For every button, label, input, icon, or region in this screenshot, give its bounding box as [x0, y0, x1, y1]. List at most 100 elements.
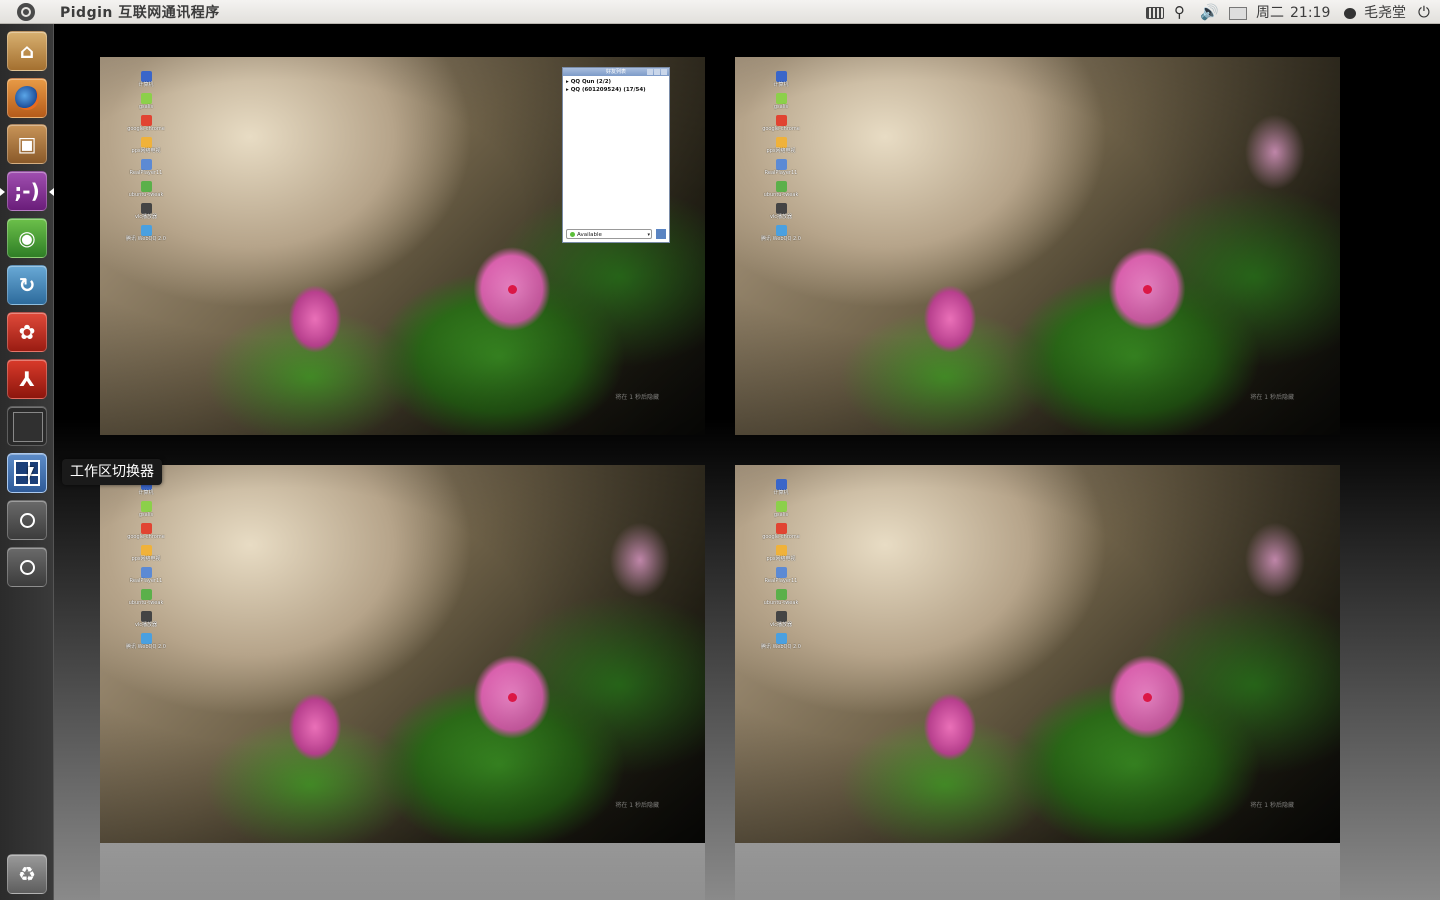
desktop-icon[interactable]: 腾讯 WebQQ 2.0 — [761, 633, 801, 650]
app-icon — [775, 523, 787, 534]
app-icon — [775, 225, 787, 236]
minimize-button[interactable] — [647, 69, 653, 75]
volume-icon[interactable]: 🔊 — [1200, 3, 1220, 21]
desktop-icon[interactable]: RealPlayer11 — [126, 159, 166, 176]
desktop-icon-label: google-chrome — [127, 126, 165, 132]
chat-status-icon[interactable] — [1343, 3, 1357, 21]
launcher-red-app[interactable]: ✿ — [7, 312, 47, 352]
app-icon — [140, 501, 152, 512]
status-selector[interactable]: Available ▾ — [566, 229, 652, 239]
launcher: ⌂ ▣ ;-) ◉ ↻ ✿ ⅄ ♻ — [0, 24, 54, 900]
app-title[interactable]: Pidgin 互联网通讯程序 — [60, 2, 220, 22]
desktop-icon[interactable]: ubuntu-tweak — [126, 181, 166, 198]
workspace-2[interactable]: 计算机 gsalis google-chrome pps网络电视 RealPlayer1… — [735, 57, 1340, 435]
close-button[interactable] — [661, 69, 667, 75]
workspace-4[interactable]: 计算机 gsalis google-chrome pps网络电视 RealPlayer1… — [735, 465, 1340, 843]
app-icon — [140, 159, 152, 170]
workspace-3[interactable]: 计算机 gsalis google-chrome pps网络电视 RealPlayer1… — [100, 465, 705, 843]
app-icon — [775, 115, 787, 126]
launcher-terminal[interactable] — [7, 406, 47, 446]
desktop-icon[interactable]: ubuntu-tweak — [761, 589, 801, 606]
desktop-icon[interactable]: pps网络电视 — [761, 137, 801, 154]
app-icon — [140, 611, 152, 622]
desktop-icon-label: vlc播放器 — [134, 214, 158, 220]
power-icon[interactable]: ⏻ — [1418, 3, 1434, 21]
desktop-icon-label: ubuntu-tweak — [763, 600, 799, 606]
desktop-icon[interactable]: pps网络电视 — [761, 545, 801, 562]
desktop-icon[interactable]: google-chrome — [761, 523, 801, 540]
launcher-zoom-in[interactable] — [7, 500, 47, 540]
desktop-icon-label: gsalis — [138, 512, 154, 518]
desktop-icon[interactable]: 腾讯 WebQQ 2.0 — [126, 633, 166, 650]
desktop-icon-label: ubuntu-tweak — [128, 192, 164, 198]
pidgin-icon: ;-) — [14, 179, 40, 203]
desktop-icon[interactable]: RealPlayer11 — [761, 159, 801, 176]
app-icon — [775, 589, 787, 600]
launcher-firefox[interactable] — [7, 78, 47, 118]
maximize-button[interactable] — [654, 69, 660, 75]
desktop-icon-label: gsalis — [138, 104, 154, 110]
desktop-icon-label: vlc播放器 — [134, 622, 158, 628]
user-name[interactable]: 毛尧堂 — [1364, 2, 1406, 22]
desktop-icon[interactable]: vlc播放器 — [126, 203, 166, 220]
desktop-icon[interactable]: gsalis — [126, 93, 166, 110]
desktop-icon[interactable]: gsalis — [761, 93, 801, 110]
desktop-icon[interactable]: 腾讯 WebQQ 2.0 — [761, 225, 801, 242]
desktop-icon[interactable]: gsalis — [761, 501, 801, 518]
desktop-icon[interactable]: pps网络电视 — [126, 137, 166, 154]
app-icon — [775, 93, 787, 104]
launcher-home-folder[interactable]: ⌂ — [7, 31, 47, 71]
buddy-group[interactable]: ▸ QQ Qun (2/2) — [566, 78, 666, 86]
desktop-icon[interactable]: 计算机 — [761, 71, 801, 88]
app-icon — [775, 71, 787, 82]
mouse-cursor-icon — [28, 467, 34, 481]
status-icon[interactable] — [656, 229, 666, 239]
app-icon — [775, 611, 787, 622]
desktop-icon[interactable]: vlc播放器 — [126, 611, 166, 628]
app-icon — [140, 203, 152, 214]
ubuntu-logo-icon[interactable] — [17, 3, 35, 21]
desktop-icon[interactable]: RealPlayer11 — [126, 567, 166, 584]
workspace-reflection — [100, 843, 705, 900]
launcher-tooltip: 工作区切换器 — [62, 459, 162, 485]
desktop-icon-label: 计算机 — [138, 490, 154, 496]
desktop-icon[interactable]: vlc播放器 — [761, 611, 801, 628]
mail-icon[interactable] — [1229, 3, 1247, 21]
desktop-icon[interactable]: vlc播放器 — [761, 203, 801, 220]
buddy-list[interactable]: ▸ QQ Qun (2/2) ▸ QQ (601209524) (17/54) — [563, 76, 669, 96]
app-icon — [775, 479, 787, 490]
desktop-icon[interactable]: google-chrome — [126, 523, 166, 540]
launcher-trash[interactable]: ♻ — [7, 854, 47, 894]
desktop-icon[interactable]: 计算机 — [126, 71, 166, 88]
launcher-sync-app[interactable]: ↻ — [7, 265, 47, 305]
desktop-icon[interactable]: google-chrome — [126, 115, 166, 132]
desktop-icon[interactable]: gsalis — [126, 501, 166, 518]
network-icon[interactable]: ⚲ — [1174, 3, 1192, 21]
clock[interactable]: 周二 21:19 — [1256, 2, 1330, 22]
app-icon — [140, 93, 152, 104]
desktop-icon[interactable]: ubuntu-tweak — [761, 181, 801, 198]
launcher-map-app[interactable]: ◉ — [7, 218, 47, 258]
desktop-icon[interactable]: 腾讯 WebQQ 2.0 — [126, 225, 166, 242]
buddy-group[interactable]: ▸ QQ (601209524) (17/54) — [566, 86, 666, 94]
pidgin-buddy-list-window[interactable]: 好友列表 ▸ QQ Qun (2/2) ▸ QQ (601209524) (17… — [562, 67, 670, 243]
desktop-icons: 计算机 gsalis google-chrome pps网络电视 RealPlayer1… — [126, 71, 166, 247]
desktop-icon-label: pps网络电视 — [766, 148, 796, 154]
desktop-icon[interactable]: 计算机 — [761, 479, 801, 496]
launcher-workspace-switcher[interactable] — [7, 453, 47, 493]
launcher-pidgin[interactable]: ;-) — [7, 171, 47, 211]
launcher-adobe-reader[interactable]: ⅄ — [7, 359, 47, 399]
desktop-icon[interactable]: ubuntu-tweak — [126, 589, 166, 606]
workspace-1[interactable]: 计算机 gsalis google-chrome pps网络电视 RealPlayer1… — [100, 57, 705, 435]
app-icon — [140, 589, 152, 600]
launcher-software-center[interactable]: ▣ — [7, 124, 47, 164]
app-icon — [775, 567, 787, 578]
keyboard-icon[interactable] — [1146, 3, 1164, 21]
desktop-icon[interactable]: google-chrome — [761, 115, 801, 132]
window-titlebar[interactable]: 好友列表 — [563, 68, 669, 76]
chevron-down-icon: ▾ — [647, 232, 650, 238]
launcher-zoom-other[interactable] — [7, 547, 47, 587]
desktop-icon[interactable]: pps网络电视 — [126, 545, 166, 562]
desktop-icon-label: google-chrome — [127, 534, 165, 540]
desktop-icon[interactable]: RealPlayer11 — [761, 567, 801, 584]
